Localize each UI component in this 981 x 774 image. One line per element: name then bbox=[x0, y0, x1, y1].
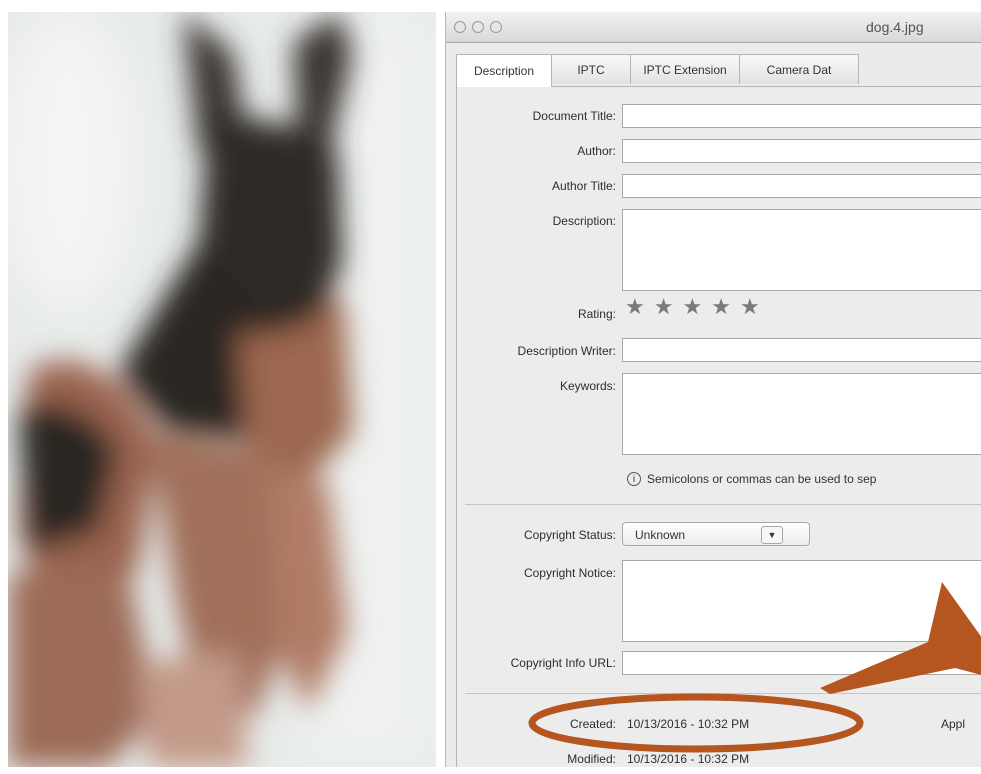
keywords-hint-text: Semicolons or commas can be used to sep bbox=[647, 472, 877, 486]
zoom-window-button[interactable] bbox=[490, 21, 502, 33]
created-date: 10/13/2016 - 10:32 PM bbox=[627, 717, 750, 731]
info-icon: i bbox=[627, 472, 641, 486]
close-window-button[interactable] bbox=[454, 21, 466, 33]
copyright-status-value: Unknown bbox=[635, 528, 686, 542]
dog-photo-image bbox=[8, 12, 436, 767]
rating-label: Rating: bbox=[577, 307, 616, 321]
window-title: dog.4.jpg bbox=[866, 19, 924, 35]
description-writer-field[interactable] bbox=[622, 338, 981, 362]
description-field[interactable] bbox=[622, 209, 981, 291]
modified-label: Modified: bbox=[567, 752, 616, 766]
created-label: Created: bbox=[569, 717, 616, 731]
document-title-label: Document Title: bbox=[532, 109, 616, 123]
author-label: Author: bbox=[577, 144, 616, 158]
document-title-field[interactable] bbox=[622, 104, 981, 128]
dog-photo bbox=[8, 12, 436, 767]
tab-bar: Description IPTC IPTC Extension Camera D… bbox=[456, 54, 981, 87]
copyright-notice-label: Copyright Notice: bbox=[523, 566, 616, 580]
rating-star-3-icon[interactable]: ★ bbox=[682, 296, 702, 318]
rating-star-4-icon[interactable]: ★ bbox=[711, 296, 731, 318]
keywords-field[interactable] bbox=[622, 373, 981, 455]
minimize-window-button[interactable] bbox=[472, 21, 484, 33]
modified-date: 10/13/2016 - 10:32 PM bbox=[627, 752, 750, 766]
keywords-hint: i Semicolons or commas can be used to se… bbox=[627, 472, 876, 486]
description-writer-label: Description Writer: bbox=[517, 344, 616, 358]
title-bar: dog.4.jpg bbox=[446, 12, 981, 43]
dropdown-arrow-icon: ▼ bbox=[761, 526, 783, 544]
rating-star-2-icon[interactable]: ★ bbox=[654, 296, 674, 318]
tab-description[interactable]: Description bbox=[456, 54, 552, 87]
copyright-status-select[interactable]: Unknown ▼ bbox=[622, 522, 810, 546]
rating-star-1-icon[interactable]: ★ bbox=[625, 296, 645, 318]
footer-divider bbox=[465, 693, 981, 694]
rating-star-5-icon[interactable]: ★ bbox=[740, 296, 760, 318]
tab-iptc-extension[interactable]: IPTC Extension bbox=[630, 54, 740, 84]
author-title-label: Author Title: bbox=[551, 179, 616, 193]
description-label: Description: bbox=[552, 214, 616, 228]
application-label: Appl bbox=[941, 717, 966, 731]
rating-stars: ★ ★ ★ ★ ★ bbox=[625, 296, 760, 318]
copyright-notice-field[interactable] bbox=[622, 560, 981, 642]
copyright-status-label: Copyright Status: bbox=[523, 528, 616, 542]
keywords-label: Keywords: bbox=[559, 379, 616, 393]
tab-camera-data[interactable]: Camera Dat bbox=[739, 54, 859, 84]
copyright-info-url-field[interactable] bbox=[622, 651, 981, 675]
tab-iptc[interactable]: IPTC bbox=[551, 54, 631, 84]
author-field[interactable] bbox=[622, 139, 981, 163]
section-divider bbox=[465, 504, 981, 505]
author-title-field[interactable] bbox=[622, 174, 981, 198]
copyright-info-url-label: Copyright Info URL: bbox=[510, 656, 616, 670]
